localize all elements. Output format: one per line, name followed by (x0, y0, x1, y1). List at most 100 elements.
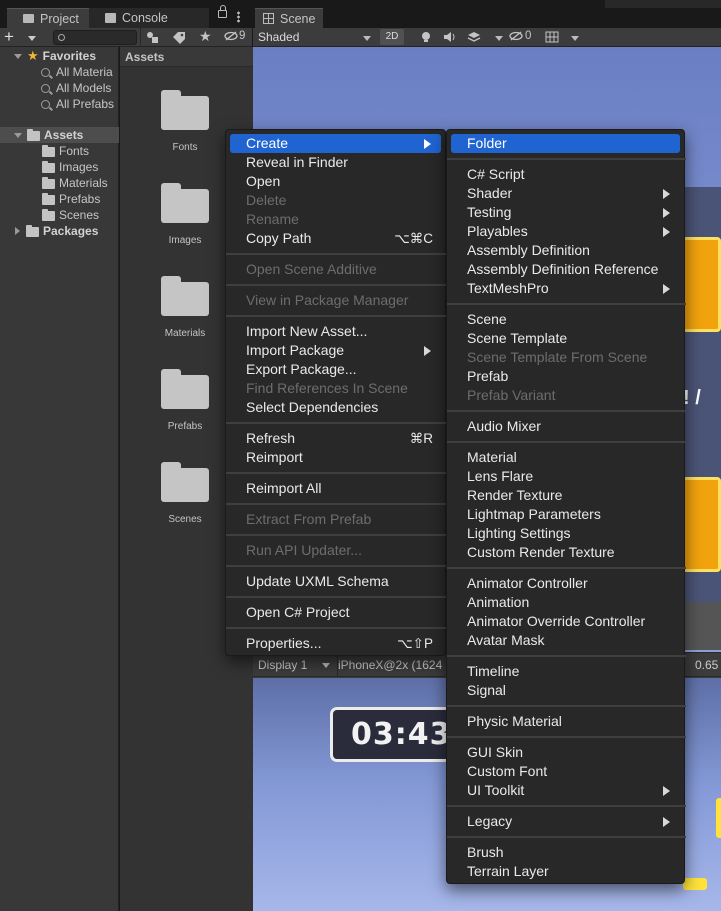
asset-folder-images[interactable]: Images (145, 183, 225, 246)
menu-item-audio-mixer[interactable]: Audio Mixer (451, 417, 680, 436)
menu-item-lighting-settings[interactable]: Lighting Settings (451, 524, 680, 543)
menu-item-export-package[interactable]: Export Package... (230, 360, 441, 379)
asset-folder-scenes[interactable]: Scenes (145, 462, 225, 525)
menu-item-avatar-mask[interactable]: Avatar Mask (451, 631, 680, 650)
favorites-header[interactable]: ★ Favorites (14, 48, 96, 64)
scene-hidden-toggle[interactable]: 0 (509, 30, 531, 42)
chevron-down-icon[interactable] (495, 36, 503, 41)
menu-item-folder[interactable]: Folder (451, 134, 680, 153)
menu-item-animator-override-controller[interactable]: Animator Override Controller (451, 612, 680, 631)
tab-scene[interactable]: Scene (255, 8, 323, 28)
expand-arrow-icon[interactable] (14, 53, 22, 59)
search-icon (41, 83, 50, 93)
favorite-star-icon[interactable]: ★ (199, 28, 212, 45)
menu-item-open[interactable]: Open (230, 172, 441, 191)
tree-item-packages[interactable]: Packages (14, 223, 98, 239)
grid-toggle-icon[interactable] (545, 31, 559, 43)
expand-arrow-icon[interactable] (14, 132, 22, 138)
menu-item-refresh[interactable]: Refresh ⌘R (230, 429, 441, 448)
filter-by-type-icon[interactable] (146, 31, 160, 44)
menu-item-textmeshpro[interactable]: TextMeshPro (451, 279, 680, 298)
menu-item-physic-material[interactable]: Physic Material (451, 712, 680, 731)
menu-item-reveal-in-finder[interactable]: Reveal in Finder (230, 153, 441, 172)
menu-item-label: Custom Render Texture (467, 544, 615, 560)
menu-item-animator-controller[interactable]: Animator Controller (451, 574, 680, 593)
menu-item-animation[interactable]: Animation (451, 593, 680, 612)
search-input[interactable] (53, 30, 137, 45)
lock-icon[interactable] (218, 5, 227, 18)
menu-item-label: Refresh (246, 430, 296, 446)
asset-folder-prefabs[interactable]: Prefabs (145, 369, 225, 432)
tab-project[interactable]: Project (7, 8, 89, 28)
menu-item-lightmap-parameters[interactable]: Lightmap Parameters (451, 505, 680, 524)
menu-item-signal[interactable]: Signal (451, 681, 680, 700)
submenu-arrow-icon (663, 208, 670, 218)
expand-arrow-icon[interactable] (15, 227, 20, 235)
favorite-all-models[interactable]: All Models (41, 80, 111, 96)
folder-icon (161, 183, 209, 223)
menu-item-legacy[interactable]: Legacy (451, 812, 680, 831)
asset-folder-materials[interactable]: Materials (145, 276, 225, 339)
tab-console[interactable]: Console (89, 8, 209, 28)
tree-item-images[interactable]: Images (42, 159, 98, 175)
create-submenu: Folder C# Script Shader Testing Playables Ass… (446, 129, 686, 884)
menu-item-label: Animation (467, 594, 530, 610)
menu-item-import-package[interactable]: Import Package (230, 341, 441, 360)
menu-item-prefab[interactable]: Prefab (451, 367, 680, 386)
audio-toggle-icon[interactable] (443, 31, 457, 43)
menu-item-update-uxml-schema[interactable]: Update UXML Schema (230, 572, 441, 591)
menu-item-scene[interactable]: Scene (451, 310, 680, 329)
menu-item-scene-template[interactable]: Scene Template (451, 329, 680, 348)
display-dropdown[interactable]: Display 1 (257, 653, 335, 677)
tree-item-label: Prefabs (59, 192, 101, 206)
menu-item-terrain-layer[interactable]: Terrain Layer (451, 862, 680, 881)
tree-item-scenes[interactable]: Scenes (42, 207, 99, 223)
menu-item-properties[interactable]: Properties... ⌥⇧P (230, 634, 441, 653)
menu-item-reimport[interactable]: Reimport (230, 448, 441, 467)
toggle-2d-button[interactable]: 2D (380, 29, 404, 45)
menu-item-material[interactable]: Material (451, 448, 680, 467)
tree-item-assets[interactable]: Assets (0, 127, 119, 143)
menu-item-assembly-definition-reference[interactable]: Assembly Definition Reference (451, 260, 680, 279)
menu-item-import-new-asset[interactable]: Import New Asset... (230, 322, 441, 341)
favorite-all-materials[interactable]: All Materia (41, 64, 113, 80)
chevron-down-icon[interactable] (571, 36, 579, 41)
menu-item-lens-flare[interactable]: Lens Flare (451, 467, 680, 486)
more-options-icon[interactable] (237, 11, 240, 23)
menu-item-gui-skin[interactable]: GUI Skin (451, 743, 680, 762)
menu-item-render-texture[interactable]: Render Texture (451, 486, 680, 505)
assets-breadcrumb[interactable]: Assets (120, 47, 253, 67)
menu-item-label: TextMeshPro (467, 280, 549, 296)
menu-item-brush[interactable]: Brush (451, 843, 680, 862)
menu-item-ui-toolkit[interactable]: UI Toolkit (451, 781, 680, 800)
filter-by-label-icon[interactable] (172, 31, 186, 44)
shading-mode-dropdown[interactable]: Shaded (255, 29, 373, 46)
resolution-dropdown[interactable]: iPhoneX@2x (1624 (337, 653, 452, 677)
menu-separator (447, 736, 686, 738)
menu-item-timeline[interactable]: Timeline (451, 662, 680, 681)
menu-item-create[interactable]: Create (230, 134, 441, 153)
menu-item-playables[interactable]: Playables (451, 222, 680, 241)
menu-item-c-script[interactable]: C# Script (451, 165, 680, 184)
menu-item-open-c-project[interactable]: Open C# Project (230, 603, 441, 622)
add-asset-button[interactable]: + (4, 27, 40, 46)
lighting-toggle-icon[interactable] (419, 31, 433, 43)
asset-folder-fonts[interactable]: Fonts (145, 90, 225, 153)
menu-item-select-dependencies[interactable]: Select Dependencies (230, 398, 441, 417)
menu-item-custom-font[interactable]: Custom Font (451, 762, 680, 781)
menu-item-label: Select Dependencies (246, 399, 379, 415)
menu-item-reimport-all[interactable]: Reimport All (230, 479, 441, 498)
hidden-packages-toggle[interactable]: 9 (224, 30, 245, 42)
menu-item-shader[interactable]: Shader (451, 184, 680, 203)
menu-item-copy-path[interactable]: Copy Path ⌥⌘C (230, 229, 441, 248)
menu-item-label: Reimport (246, 449, 303, 465)
tree-item-fonts[interactable]: Fonts (42, 143, 89, 159)
tree-item-prefabs[interactable]: Prefabs (42, 191, 100, 207)
menu-item-testing[interactable]: Testing (451, 203, 680, 222)
favorite-all-prefabs[interactable]: All Prefabs (41, 96, 114, 112)
menu-item-assembly-definition[interactable]: Assembly Definition (451, 241, 680, 260)
add-asset-label: + (4, 27, 14, 46)
menu-item-custom-render-texture[interactable]: Custom Render Texture (451, 543, 680, 562)
effects-toggle-icon[interactable] (467, 31, 481, 43)
tree-item-materials[interactable]: Materials (42, 175, 108, 191)
